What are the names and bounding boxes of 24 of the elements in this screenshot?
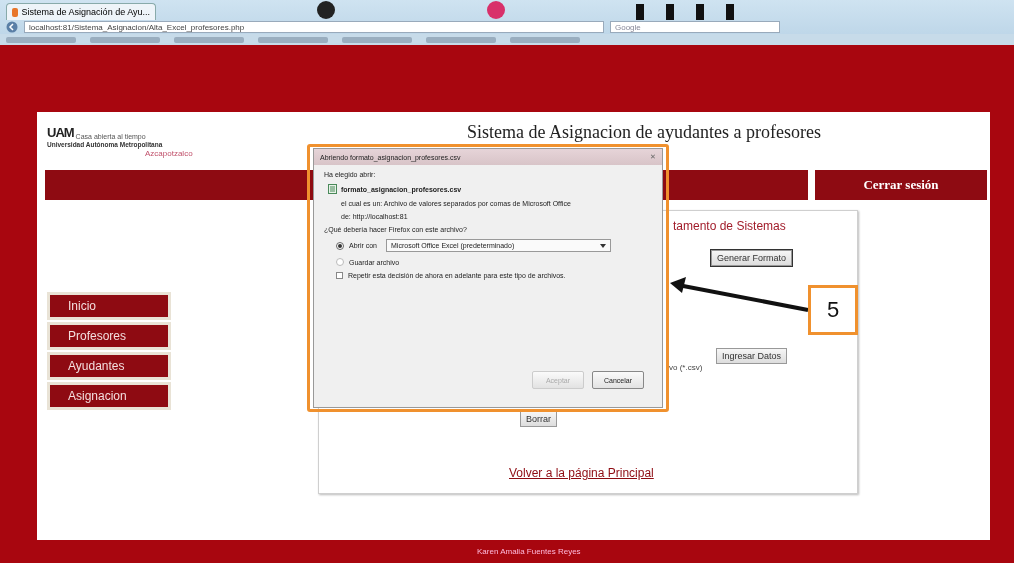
step-callout: 5: [808, 285, 858, 335]
checkbox[interactable]: [336, 272, 343, 279]
upload-data-button[interactable]: Ingresar Datos: [716, 348, 788, 364]
menu-item[interactable]: Ayudantes: [50, 355, 168, 377]
browser-tab[interactable]: Sistema de Asignación de Ayu...: [6, 3, 156, 20]
campus-name: Azcapotzalco: [145, 148, 194, 158]
radio-button[interactable]: [336, 258, 344, 266]
generate-format-button[interactable]: Generar Formato: [711, 250, 793, 266]
logo-letters: UAM: [47, 124, 74, 140]
radio-button[interactable]: [336, 241, 344, 250]
address-bar[interactable]: localhost:81/Sistema_Asignacion/Alta_Excel_profesores.php: [24, 21, 604, 33]
file-hint: vo (*.csv): [669, 363, 703, 372]
menu-item[interactable]: Inicio: [50, 295, 168, 317]
footer-author: Karen Amalia Fuentes Reyes: [477, 547, 581, 556]
site-title: Sistema de Asignacion de ayudantes a profesores: [467, 122, 821, 143]
back-link[interactable]: Volver a la página Principal: [509, 466, 654, 480]
logout-button[interactable]: Cerrar sesión: [815, 170, 987, 200]
caret-icon: [600, 243, 606, 248]
menu-item[interactable]: Profesores: [50, 325, 168, 347]
spreadsheet-file-icon: [328, 184, 337, 194]
back-icon[interactable]: [6, 21, 18, 33]
menu-item[interactable]: Asignacion: [50, 385, 168, 407]
section-heading: tamento de Sistemas: [673, 219, 786, 233]
search-field[interactable]: Google: [610, 21, 780, 33]
